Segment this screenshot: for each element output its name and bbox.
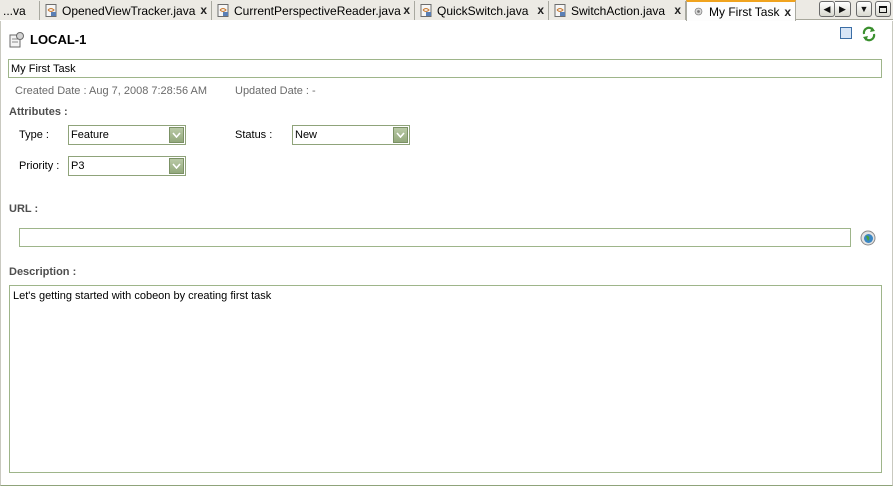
maximize-window-button[interactable] bbox=[875, 1, 891, 17]
tab-label: My First Task bbox=[709, 4, 780, 19]
chevron-down-icon[interactable] bbox=[169, 158, 184, 174]
type-label: Type : bbox=[19, 129, 49, 141]
task-icon bbox=[9, 32, 24, 48]
chevron-down-icon[interactable] bbox=[169, 127, 184, 143]
tab-my-first-task[interactable]: My First Task x bbox=[686, 0, 796, 21]
java-file-icon bbox=[45, 4, 57, 17]
description-label: Description : bbox=[9, 266, 77, 278]
priority-value: P3 bbox=[71, 160, 85, 172]
task-tab-icon bbox=[694, 7, 703, 16]
close-icon[interactable]: x bbox=[674, 3, 681, 17]
tab-label: OpenedViewTracker.java bbox=[62, 3, 196, 18]
java-file-icon bbox=[420, 4, 432, 17]
close-icon[interactable]: x bbox=[200, 3, 207, 17]
save-icon[interactable] bbox=[840, 27, 852, 39]
type-value: Feature bbox=[71, 129, 109, 141]
tab-label: QuickSwitch.java bbox=[437, 3, 529, 18]
status-value: New bbox=[295, 129, 318, 141]
description-textarea[interactable]: Let's getting started with cobeon by cre… bbox=[9, 285, 882, 473]
chevron-down-icon[interactable] bbox=[393, 127, 408, 143]
java-file-icon bbox=[217, 4, 229, 17]
summary-field[interactable]: My First Task bbox=[8, 59, 882, 78]
tab-currentperspectivereader[interactable]: CurrentPerspectiveReader.java x bbox=[212, 1, 415, 20]
priority-label: Priority : bbox=[19, 160, 60, 172]
tab-label: SwitchAction.java bbox=[571, 3, 666, 18]
scroll-right-button[interactable]: ▶ bbox=[835, 1, 851, 17]
url-field[interactable] bbox=[19, 228, 851, 247]
tab-label: ...va bbox=[3, 3, 26, 18]
close-icon[interactable]: x bbox=[403, 3, 410, 17]
status-label: Status : bbox=[235, 129, 273, 141]
sync-icon[interactable] bbox=[860, 25, 878, 43]
type-dropdown[interactable]: Feature bbox=[68, 125, 186, 145]
status-dropdown[interactable]: New bbox=[292, 125, 410, 145]
editor-tab-bar: ...va OpenedViewTracker.java x CurrentPe… bbox=[0, 0, 893, 21]
priority-dropdown[interactable]: P3 bbox=[68, 156, 186, 176]
tab-label: CurrentPerspectiveReader.java bbox=[234, 3, 401, 18]
task-id-title: LOCAL-1 bbox=[30, 32, 87, 47]
tab-switchaction[interactable]: SwitchAction.java x bbox=[549, 1, 686, 20]
globe-icon[interactable] bbox=[860, 230, 876, 246]
close-icon[interactable]: x bbox=[537, 3, 544, 17]
tab-openedviewtracker[interactable]: OpenedViewTracker.java x bbox=[40, 1, 212, 20]
created-date: Created Date : Aug 7, 2008 7:28:56 AM bbox=[15, 85, 208, 97]
java-file-icon bbox=[554, 4, 566, 17]
attributes-heading: Attributes : bbox=[9, 106, 68, 118]
scroll-left-button[interactable]: ◀ bbox=[819, 1, 835, 17]
tab-quickswitch[interactable]: QuickSwitch.java x bbox=[415, 1, 549, 20]
tab-list-dropdown-button[interactable]: ▼ bbox=[856, 1, 872, 17]
tab-truncated-java[interactable]: ...va bbox=[0, 1, 40, 20]
updated-date: Updated Date : - bbox=[235, 85, 316, 97]
close-icon[interactable]: x bbox=[784, 5, 791, 19]
url-label: URL : bbox=[9, 203, 39, 215]
